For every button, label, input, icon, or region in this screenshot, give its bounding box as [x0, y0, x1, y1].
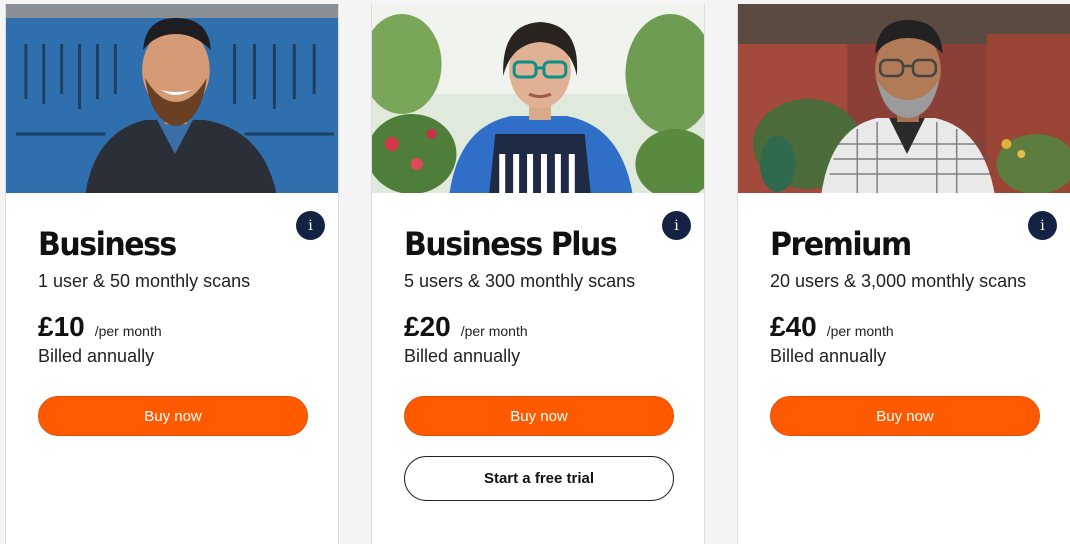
price-period: /per month — [94, 323, 162, 339]
plan-title: Premium — [770, 226, 912, 264]
plan-card-premium: i Premium 20 users & 3,000 monthly scans… — [737, 4, 1070, 544]
info-icon[interactable]: i — [662, 211, 691, 240]
florist-photo — [372, 4, 704, 193]
plan-price: £20 — [404, 311, 451, 342]
info-icon[interactable]: i — [296, 211, 325, 240]
billing-note: Billed annually — [770, 346, 887, 366]
buy-now-button[interactable]: Buy now — [38, 396, 308, 436]
plan-price: £10 — [38, 311, 85, 342]
plan-users-scans: 5 users & 300 monthly scans — [404, 271, 636, 291]
start-free-trial-button[interactable]: Start a free trial — [404, 456, 674, 501]
plan-card-business: i Business 1 user & 50 monthly scans £10… — [5, 4, 339, 544]
buy-now-button[interactable]: Buy now — [404, 396, 674, 436]
info-icon[interactable]: i — [1028, 211, 1057, 240]
plan-users-scans: 20 users & 3,000 monthly scans — [770, 271, 1027, 291]
mechanic-photo — [6, 4, 338, 193]
plan-users-scans: 1 user & 50 monthly scans — [38, 271, 251, 291]
plan-title: Business — [38, 226, 177, 264]
billing-note: Billed annually — [404, 346, 521, 366]
plan-title: Business Plus — [404, 226, 618, 264]
plan-card-business-plus: i Business Plus 5 users & 300 monthly sc… — [371, 4, 705, 544]
price-period: /per month — [826, 323, 894, 339]
billing-note: Billed annually — [38, 346, 155, 366]
price-row: £20 /per month — [404, 311, 528, 343]
shop-owner-photo — [738, 4, 1070, 193]
price-row: £40 /per month — [770, 311, 894, 343]
price-period: /per month — [460, 323, 528, 339]
buy-now-button[interactable]: Buy now — [770, 396, 1040, 436]
plan-price: £40 — [770, 311, 817, 342]
price-row: £10 /per month — [38, 311, 162, 343]
